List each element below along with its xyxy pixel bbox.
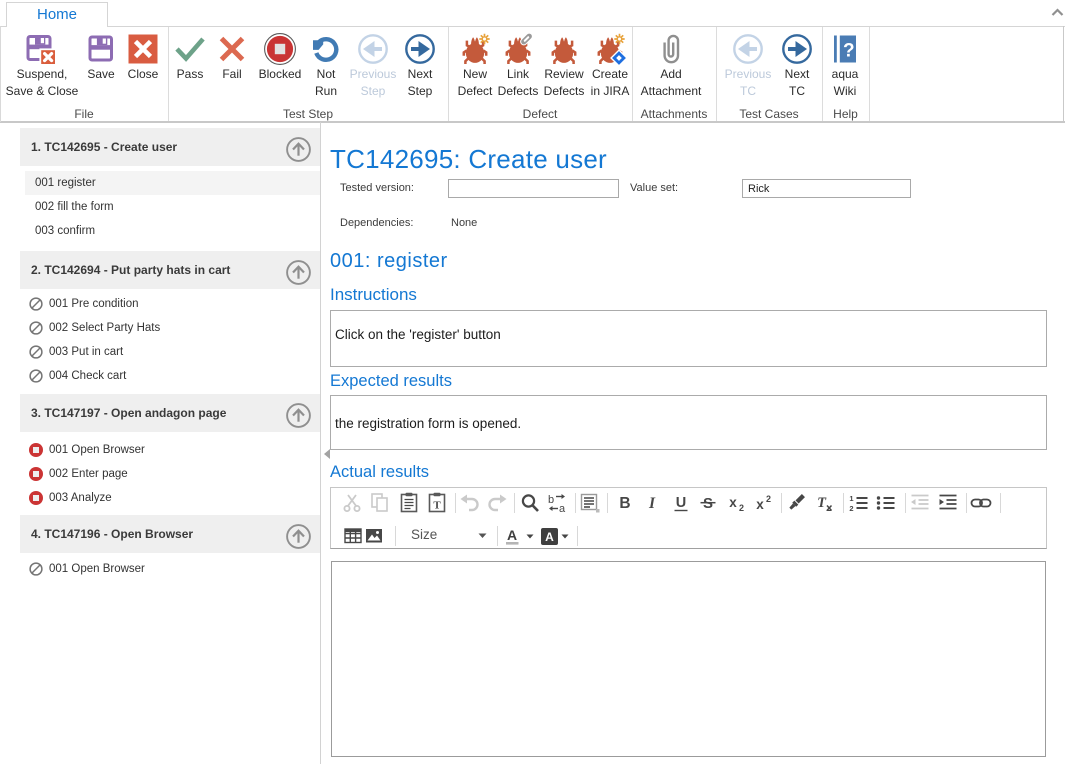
svg-text:A: A xyxy=(545,530,554,544)
svg-text:x: x xyxy=(756,497,764,512)
svg-text:S: S xyxy=(703,495,713,512)
svg-text:T: T xyxy=(817,495,827,511)
svg-text:?: ? xyxy=(843,41,855,62)
svg-text:a: a xyxy=(559,503,566,515)
svg-text:2: 2 xyxy=(739,503,744,513)
svg-text:2: 2 xyxy=(766,494,771,504)
svg-text:U: U xyxy=(676,495,686,511)
svg-text:I: I xyxy=(648,495,656,512)
svg-text:A: A xyxy=(507,527,517,543)
svg-text:x: x xyxy=(729,495,737,510)
svg-text:1: 1 xyxy=(849,494,853,503)
svg-text:T: T xyxy=(433,500,441,512)
svg-text:b: b xyxy=(548,494,554,506)
svg-text:B: B xyxy=(619,495,630,512)
svg-text:2: 2 xyxy=(849,504,853,513)
